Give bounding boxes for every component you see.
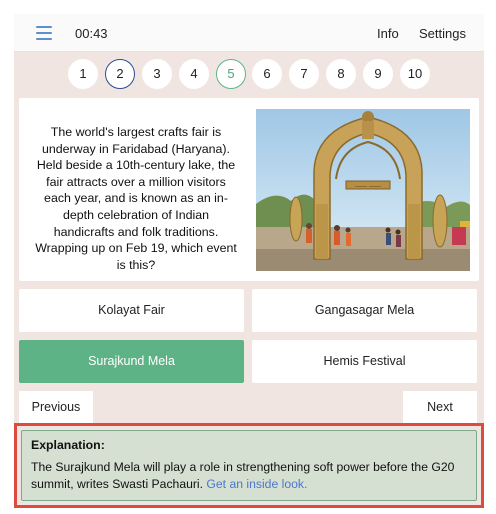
info-link[interactable]: Info bbox=[377, 26, 399, 41]
question-number-nav: 1 2 3 4 5 6 7 8 9 10 bbox=[14, 59, 484, 91]
settings-link[interactable]: Settings bbox=[419, 26, 466, 41]
explanation-body: The Surajkund Mela will play a role in s… bbox=[31, 459, 467, 492]
explanation-box: Explanation: The Surajkund Mela will pla… bbox=[21, 430, 477, 501]
question-image: —— —— bbox=[256, 109, 470, 271]
hamburger-menu-icon[interactable] bbox=[36, 26, 52, 40]
explanation-link[interactable]: Get an inside look. bbox=[206, 477, 307, 491]
question-number-6[interactable]: 6 bbox=[252, 59, 282, 89]
question-text: The world's largest crafts fair is under… bbox=[35, 125, 237, 272]
option-surajkund-mela[interactable]: Surajkund Mela bbox=[19, 340, 244, 383]
explanation-title: Explanation: bbox=[31, 438, 105, 452]
top-bar: 00:43 Info Settings bbox=[14, 14, 484, 52]
option-gangasagar-mela[interactable]: Gangasagar Mela bbox=[252, 289, 477, 332]
timer: 00:43 bbox=[75, 26, 108, 41]
svg-text:—— ——: —— —— bbox=[355, 184, 381, 190]
option-kolayat-fair[interactable]: Kolayat Fair bbox=[19, 289, 244, 332]
previous-button[interactable]: Previous bbox=[19, 391, 93, 423]
explanation-highlight: Explanation: The Surajkund Mela will pla… bbox=[14, 423, 484, 508]
question-number-1[interactable]: 1 bbox=[68, 59, 98, 89]
question-number-10[interactable]: 10 bbox=[400, 59, 430, 89]
question-card: The world's largest crafts fair is under… bbox=[19, 98, 479, 281]
question-number-4[interactable]: 4 bbox=[179, 59, 209, 89]
question-number-7[interactable]: 7 bbox=[289, 59, 319, 89]
question-number-3[interactable]: 3 bbox=[142, 59, 172, 89]
question-number-8[interactable]: 8 bbox=[326, 59, 356, 89]
question-number-9[interactable]: 9 bbox=[363, 59, 393, 89]
option-hemis-festival[interactable]: Hemis Festival bbox=[252, 340, 477, 383]
next-button[interactable]: Next bbox=[403, 391, 477, 423]
quiz-app: 00:43 Info Settings 1 2 3 4 5 6 7 8 9 10… bbox=[14, 14, 484, 508]
question-number-2[interactable]: 2 bbox=[105, 59, 135, 89]
question-number-5[interactable]: 5 bbox=[216, 59, 246, 89]
